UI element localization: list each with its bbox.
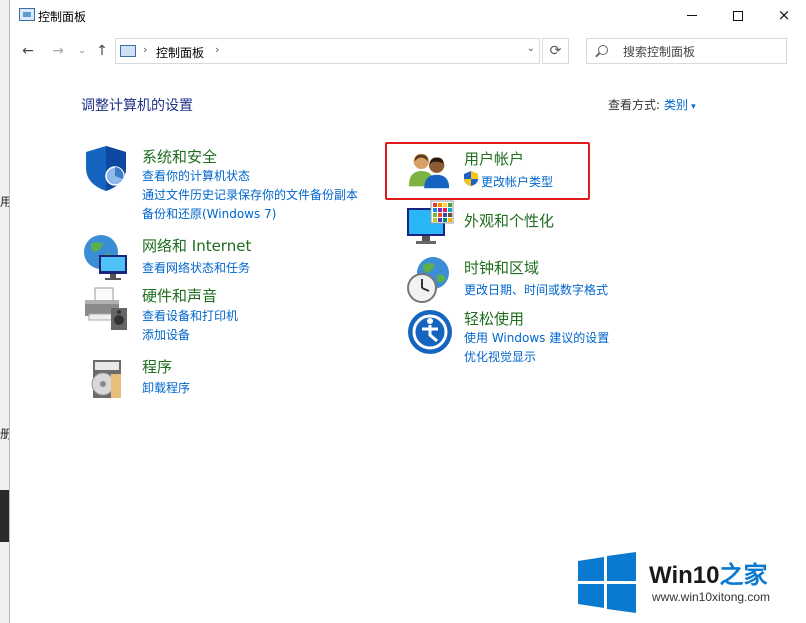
ease-of-access-icon[interactable] <box>405 307 455 357</box>
page-title: 调整计算机的设置 <box>81 98 193 114</box>
search-box[interactable] <box>586 38 787 64</box>
category-link[interactable]: 查看你的计算机状态 <box>142 167 250 184</box>
forward-arrow-icon: → <box>52 43 64 59</box>
clock-globe-icon[interactable] <box>405 255 455 305</box>
search-input[interactable] <box>623 43 773 61</box>
watermark-brand-suffix: 之家 <box>719 562 768 589</box>
breadcrumb-separator[interactable]: › <box>215 43 219 56</box>
category-title[interactable]: 时钟和区域 <box>464 257 539 278</box>
title-bar: 控制面板 × <box>10 0 806 31</box>
category-hardware-sound: 硬件和声音 查看设备和打印机 添加设备 <box>81 284 381 344</box>
watermark-url: www.win10xitong.com <box>652 590 771 604</box>
category-title[interactable]: 轻松使用 <box>464 308 524 329</box>
address-bar[interactable]: › 控制面板 › ⌄ <box>115 38 540 64</box>
shield-icon[interactable] <box>81 143 131 193</box>
close-icon: × <box>777 6 791 24</box>
view-by: 查看方式: 类别 ▾ <box>608 96 696 113</box>
category-link[interactable]: 更改日期、时间或数字格式 <box>464 281 608 298</box>
category-link[interactable]: 添加设备 <box>142 326 190 343</box>
minimize-button[interactable] <box>669 0 715 31</box>
category-title[interactable]: 系统和安全 <box>142 146 217 167</box>
category-programs: 程序 卸载程序 <box>81 354 381 404</box>
control-panel-icon <box>19 8 35 21</box>
maximize-button[interactable] <box>715 0 761 31</box>
control-panel-window: 控制面板 × ← → ⌄ ↑ › 控制面板 › ⌄ ⟳ 调整计算机的设置 查看方… <box>9 0 806 623</box>
recent-locations-button[interactable]: ⌄ <box>72 42 92 60</box>
forward-button[interactable]: → <box>48 42 68 60</box>
back-arrow-icon: ← <box>22 43 34 59</box>
category-link[interactable]: 备份和还原(Windows 7) <box>142 205 276 222</box>
breadcrumb-separator[interactable]: › <box>143 43 147 56</box>
address-dropdown-icon[interactable]: ⌄ <box>527 43 535 54</box>
category-title[interactable]: 网络和 Internet <box>142 235 251 256</box>
dropdown-arrow-icon[interactable]: ▾ <box>691 102 696 112</box>
search-icon <box>598 45 608 55</box>
globe-network-icon[interactable] <box>81 232 131 282</box>
view-by-label: 查看方式: <box>608 98 661 112</box>
category-link[interactable]: 查看网络状态和任务 <box>142 259 250 276</box>
category-appearance: 外观和个性化 <box>405 200 705 250</box>
up-button[interactable]: ↑ <box>92 42 112 60</box>
category-title[interactable]: 外观和个性化 <box>464 210 554 231</box>
view-by-dropdown[interactable]: 类别 <box>664 98 688 112</box>
highlight-box <box>385 142 590 200</box>
printer-speaker-icon[interactable] <box>81 284 131 334</box>
refresh-icon: ⟳ <box>549 43 562 59</box>
programs-disc-icon[interactable] <box>81 354 131 404</box>
category-clock-region: 时钟和区域 更改日期、时间或数字格式 <box>405 255 705 305</box>
window-title: 控制面板 <box>38 10 87 24</box>
category-link[interactable]: 优化视觉显示 <box>464 348 536 365</box>
watermark: Win10之家 www.win10xitong.com <box>567 541 806 623</box>
category-system-security: 系统和安全 查看你的计算机状态 通过文件历史记录保存你的文件备份副本 备份和还原… <box>81 143 381 223</box>
category-link[interactable]: 使用 Windows 建议的设置 <box>464 329 609 346</box>
maximize-icon <box>733 10 743 21</box>
breadcrumb-control-panel[interactable]: 控制面板 <box>156 44 204 61</box>
control-panel-small-icon <box>120 45 136 57</box>
refresh-button[interactable]: ⟳ <box>542 38 569 64</box>
category-network-internet: 网络和 Internet 查看网络状态和任务 <box>81 232 381 282</box>
category-link[interactable]: 查看设备和打印机 <box>142 307 238 324</box>
watermark-brand: Win10之家 <box>649 562 768 589</box>
up-arrow-icon: ↑ <box>96 43 108 59</box>
back-button[interactable]: ← <box>18 42 38 60</box>
category-link[interactable]: 卸载程序 <box>142 379 190 396</box>
windows-logo-icon <box>578 552 636 613</box>
minimize-icon <box>687 15 697 16</box>
category-title[interactable]: 硬件和声音 <box>142 285 217 306</box>
navigation-bar: ← → ⌄ ↑ › 控制面板 › ⌄ ⟳ <box>10 34 806 68</box>
category-link[interactable]: 通过文件历史记录保存你的文件备份副本 <box>142 186 358 203</box>
chevron-down-icon: ⌄ <box>78 46 86 56</box>
close-button[interactable]: × <box>761 0 806 31</box>
category-title[interactable]: 程序 <box>142 356 172 377</box>
category-ease-of-access: 轻松使用 使用 Windows 建议的设置 优化视觉显示 <box>405 307 705 367</box>
monitor-palette-icon[interactable] <box>405 200 455 250</box>
